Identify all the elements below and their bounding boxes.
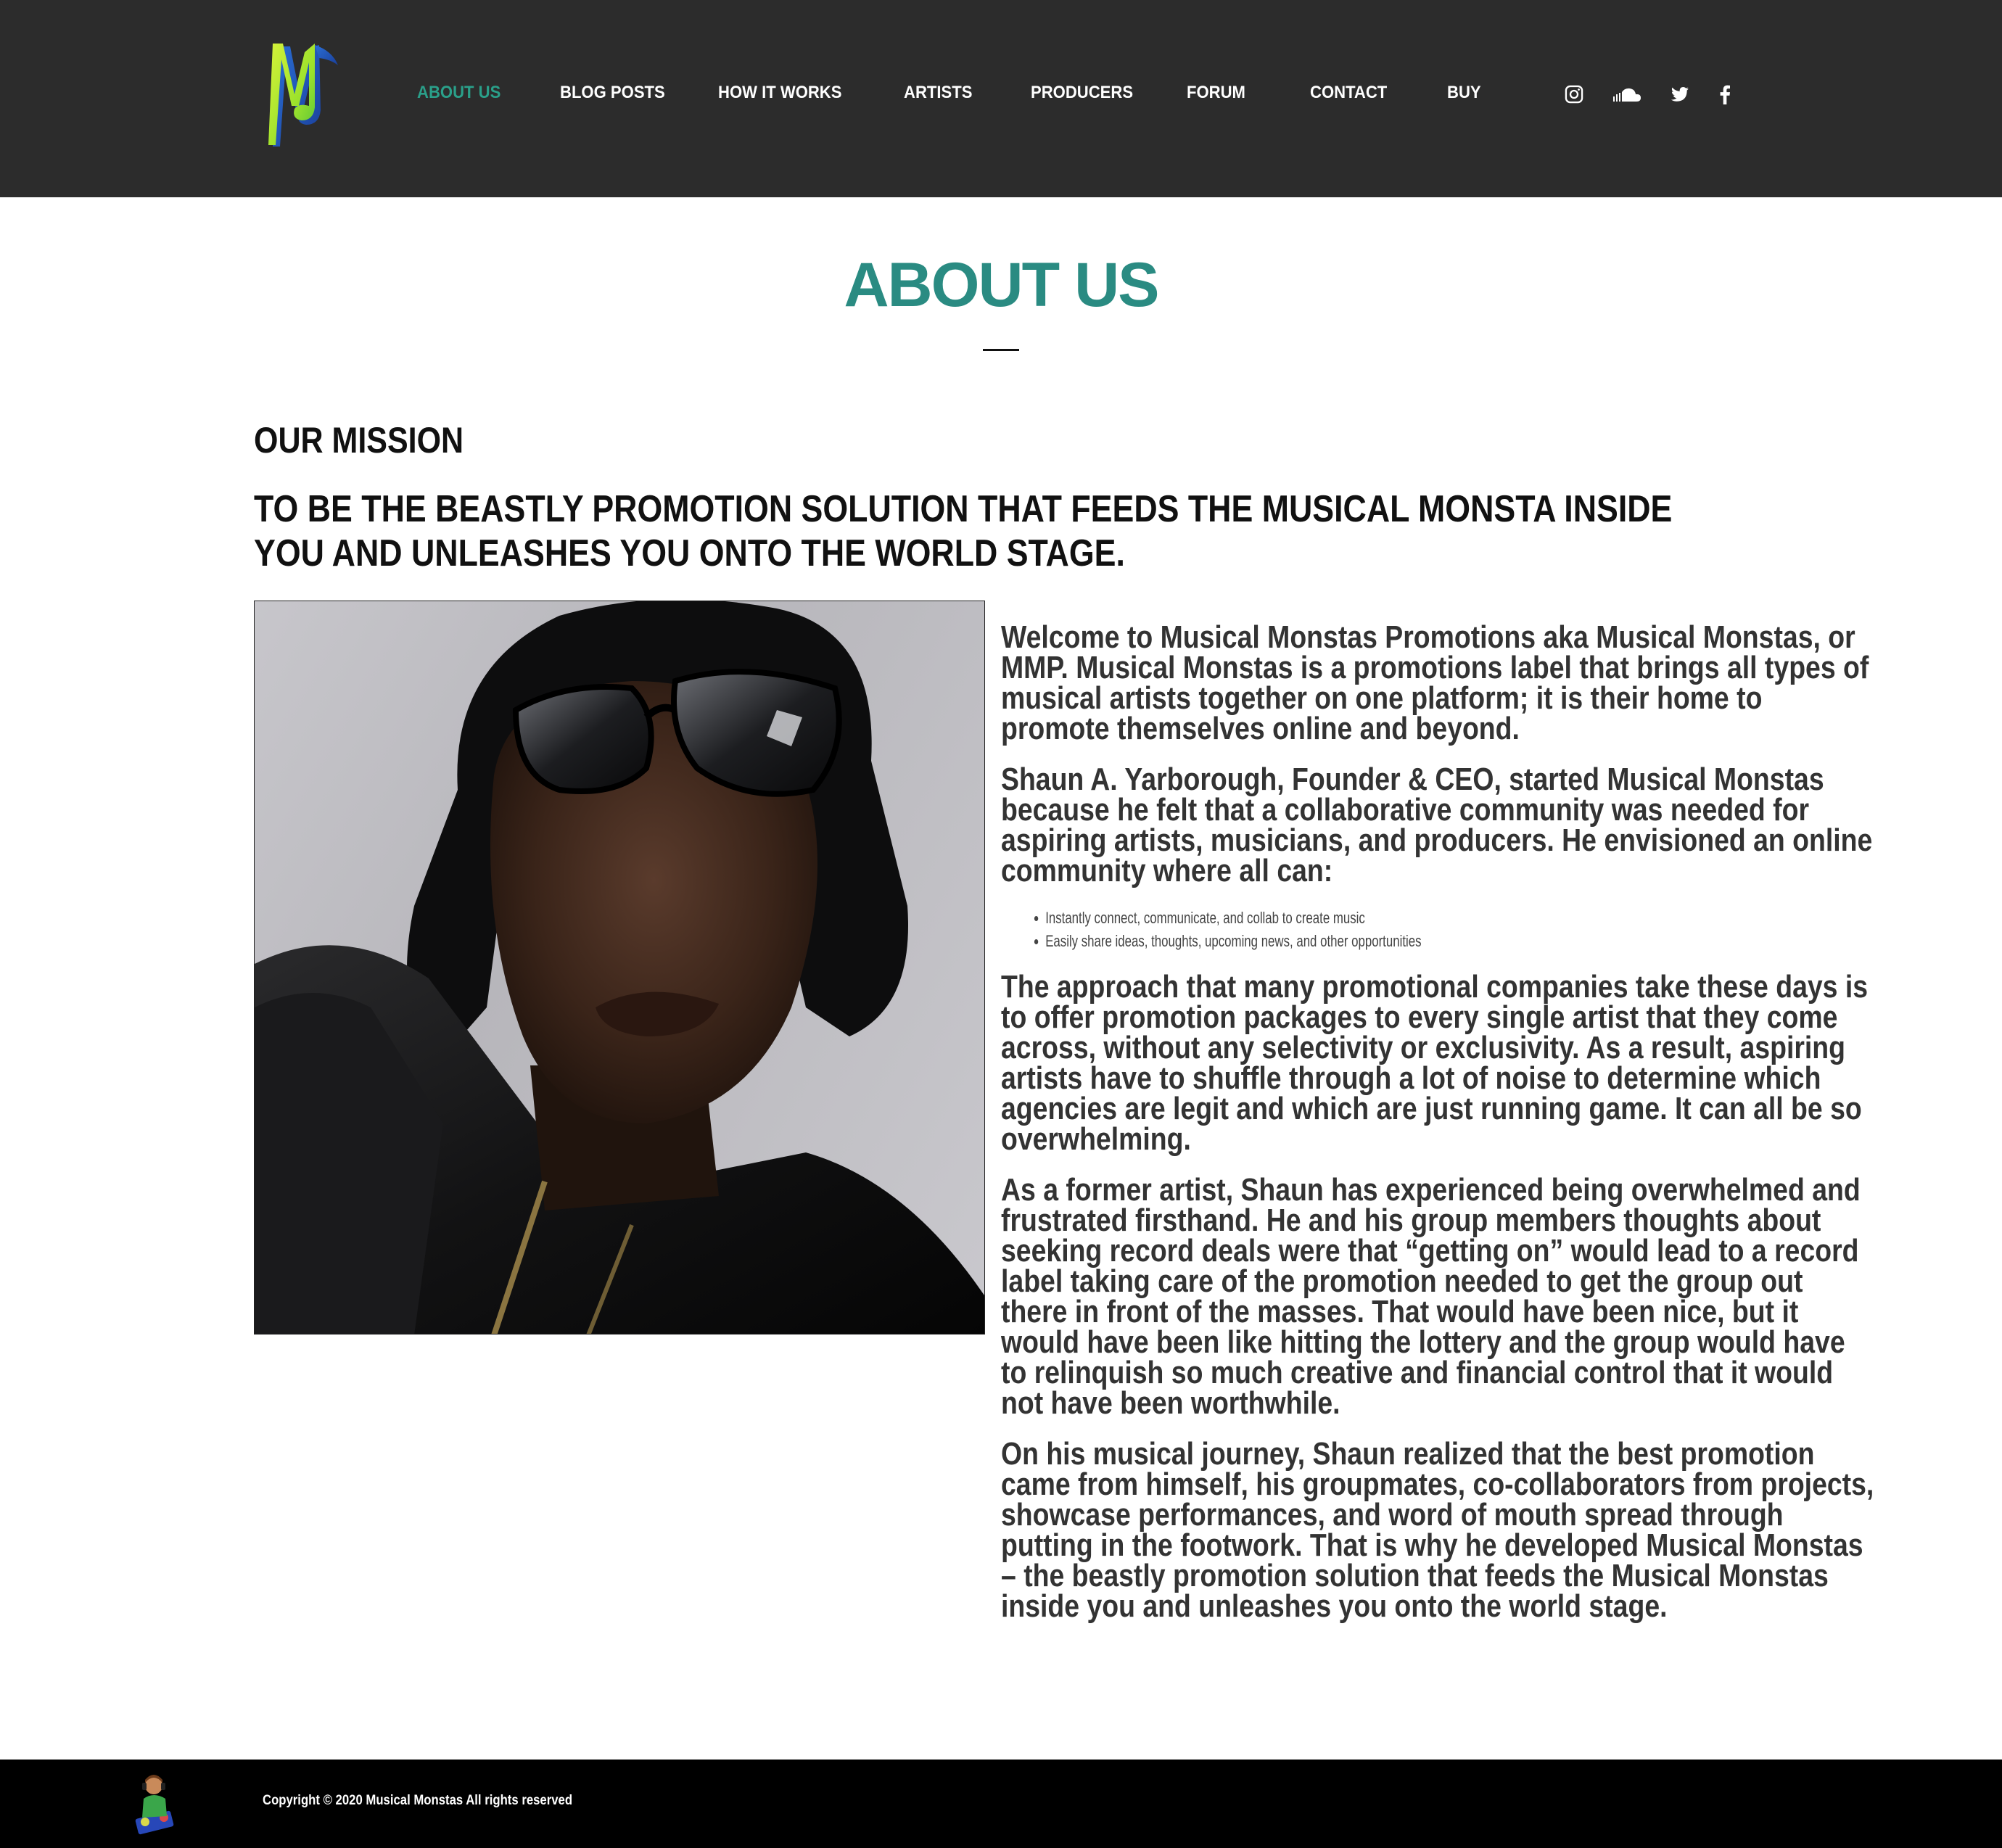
mission-heading: OUR MISSION (254, 420, 464, 461)
page-title: ABOUT US (844, 250, 1159, 320)
site-header: ABOUT US BLOG POSTS HOW IT WORKS ARTISTS… (0, 0, 2002, 197)
facebook-icon[interactable] (1718, 84, 1732, 104)
community-bullets: Instantly connect, communicate, and coll… (1001, 907, 1877, 953)
nav-forum[interactable]: FORUM (1187, 83, 1245, 103)
about-paragraph-1: Welcome to Musical Monstas Promotions ak… (1001, 619, 1869, 746)
about-paragraph-5: On his musical journey, Shaun realized t… (1001, 1436, 1874, 1624)
main-nav: ABOUT US BLOG POSTS HOW IT WORKS ARTISTS… (0, 0, 2002, 189)
title-divider (983, 349, 1019, 351)
nav-producers[interactable]: PRODUCERS (1031, 83, 1133, 103)
bullet-item: Easily share ideas, thoughts, upcoming n… (1045, 930, 1793, 953)
nav-blog-posts[interactable]: BLOG POSTS (560, 83, 665, 103)
about-paragraph-3: The approach that many promotional compa… (1001, 969, 1869, 1157)
dj-mascot-icon[interactable] (132, 1770, 177, 1836)
bullet-item: Instantly connect, communicate, and coll… (1045, 907, 1793, 930)
copyright-text: Copyright © 2020 Musical Monstas All rig… (263, 1793, 573, 1808)
nav-contact[interactable]: CONTACT (1310, 83, 1387, 103)
nav-buy[interactable]: BUY (1447, 83, 1481, 103)
nav-artists[interactable]: ARTISTS (904, 83, 972, 103)
nav-how-it-works[interactable]: HOW IT WORKS (718, 83, 841, 103)
founder-photo (254, 601, 985, 1335)
site-footer: Copyright © 2020 Musical Monstas All rig… (0, 1760, 2002, 1848)
nav-about-us[interactable]: ABOUT US (417, 83, 500, 103)
instagram-icon[interactable] (1564, 84, 1584, 104)
about-paragraph-4: As a former artist, Shaun has experience… (1001, 1172, 1861, 1421)
mission-statement: TO BE THE BEASTLY PROMOTION SOLUTION THA… (254, 488, 1673, 574)
soundcloud-icon[interactable] (1612, 85, 1642, 104)
about-body: Welcome to Musical Monstas Promotions ak… (1001, 622, 1879, 1642)
twitter-icon[interactable] (1670, 85, 1690, 104)
about-paragraph-2: Shaun A. Yarborough, Founder & CEO, star… (1001, 762, 1873, 888)
